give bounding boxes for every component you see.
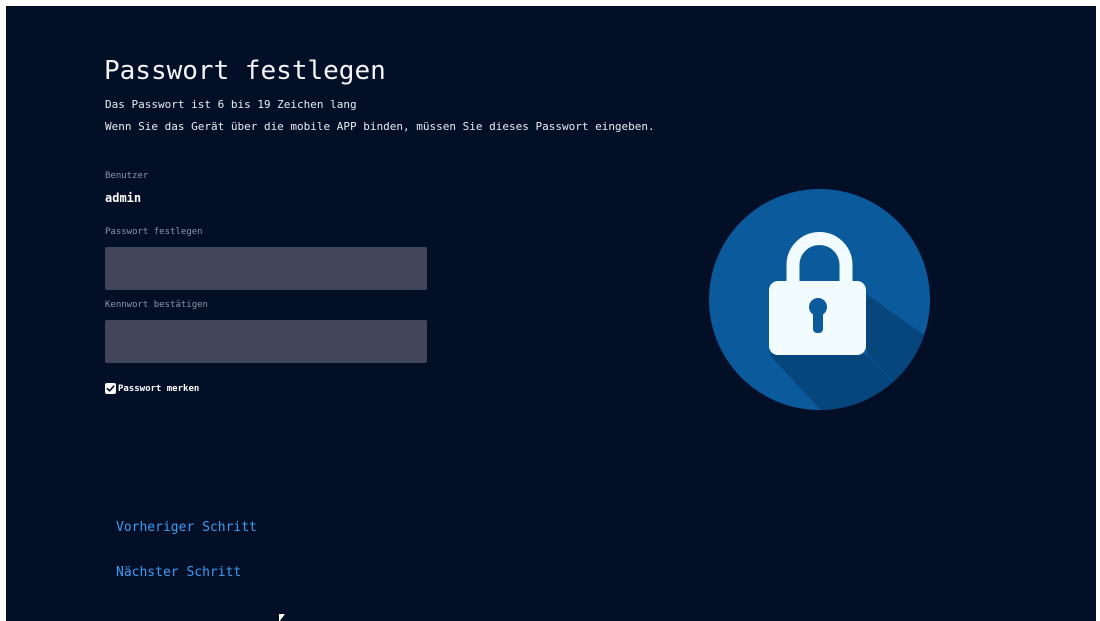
padlock-icon: [709, 189, 930, 410]
remember-password-toggle[interactable]: Passwort merken: [105, 383, 199, 394]
mouse-cursor-icon: [279, 614, 285, 621]
setup-screen: Passwort festlegen Das Passwort ist 6 bi…: [6, 6, 1096, 621]
mobile-app-hint: Wenn Sie das Gerät über die mobile APP b…: [105, 120, 655, 133]
user-label: Benutzer: [105, 171, 149, 181]
next-step-button[interactable]: Nächster Schritt: [116, 565, 241, 580]
previous-step-button[interactable]: Vorheriger Schritt: [116, 520, 257, 535]
user-value: admin: [105, 191, 142, 205]
remember-password-label: Passwort merken: [118, 383, 200, 394]
confirm-password-input[interactable]: [105, 320, 427, 363]
confirm-password-label: Kennwort bestätigen: [105, 300, 208, 310]
password-label: Passwort festlegen: [105, 227, 203, 237]
page-title: Passwort festlegen: [104, 56, 386, 86]
password-input[interactable]: [105, 247, 427, 290]
password-length-hint: Das Passwort ist 6 bis 19 Zeichen lang: [105, 98, 357, 111]
checkbox-checked-icon[interactable]: [105, 383, 116, 394]
